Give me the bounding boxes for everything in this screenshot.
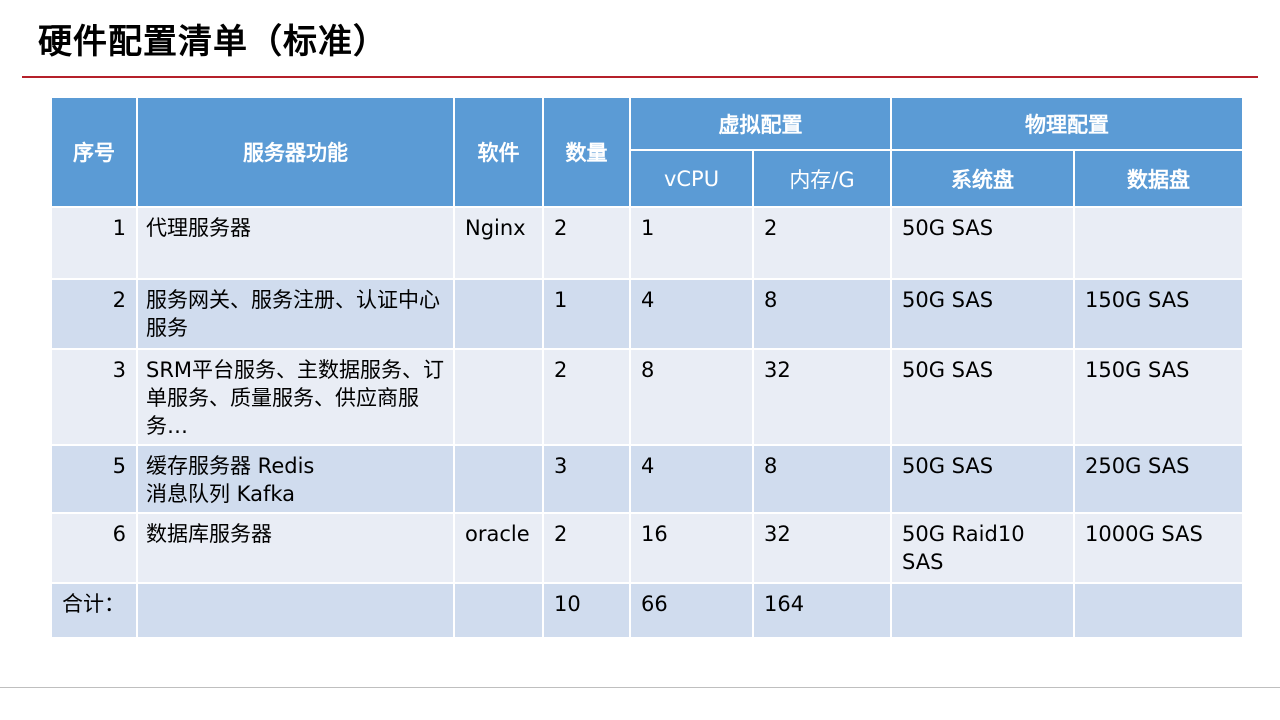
header-seq: 序号 [50, 96, 138, 208]
cell-software [453, 278, 544, 350]
cell-mem: 32 [752, 512, 892, 584]
cell-function: 数据库服务器 [136, 512, 455, 584]
cell-mem: 32 [752, 348, 892, 446]
cell-software: Nginx [453, 206, 544, 280]
cell-software [453, 444, 544, 514]
title-divider [22, 76, 1258, 78]
cell-total-qty: 10 [542, 582, 631, 639]
cell-vcpu: 4 [629, 444, 754, 514]
cell-datadisk: 250G SAS [1073, 444, 1244, 514]
cell-function: SRM平台服务、主数据服务、订单服务、质量服务、供应商服务… [136, 348, 455, 446]
header-physical: 物理配置 [890, 96, 1244, 151]
cell-vcpu: 16 [629, 512, 754, 584]
cell-mem: 8 [752, 444, 892, 514]
cell-datadisk [1073, 206, 1244, 280]
cell-qty: 1 [542, 278, 631, 350]
cell-seq: 3 [50, 348, 138, 446]
cell-vcpu: 1 [629, 206, 754, 280]
cell-empty [136, 582, 455, 639]
header-mem: 内存/G [752, 149, 892, 208]
cell-sysdisk: 50G SAS [890, 206, 1075, 280]
table-row: 5 缓存服务器 Redis 消息队列 Kafka 3 4 8 50G SAS 25… [50, 444, 1244, 514]
cell-empty [1073, 582, 1244, 639]
header-datadisk: 数据盘 [1073, 149, 1244, 208]
cell-datadisk: 150G SAS [1073, 348, 1244, 446]
cell-total-mem: 164 [752, 582, 892, 639]
cell-qty: 2 [542, 348, 631, 446]
slide: 硬件配置清单（标准） 序号 服务器功能 软件 数量 虚拟配置 物理配置 vCPU [0, 0, 1280, 720]
table-total-row: 合计： 10 66 164 [50, 582, 1244, 639]
cell-sysdisk: 50G SAS [890, 444, 1075, 514]
cell-software [453, 348, 544, 446]
cell-empty [890, 582, 1075, 639]
page-title: 硬件配置清单（标准） [38, 22, 388, 62]
function-line: 消息队列 Kafka [146, 482, 295, 506]
header-qty: 数量 [542, 96, 631, 208]
header-sysdisk: 系统盘 [890, 149, 1075, 208]
cell-software: oracle [453, 512, 544, 584]
cell-seq: 5 [50, 444, 138, 514]
table-row: 3 SRM平台服务、主数据服务、订单服务、质量服务、供应商服务… 2 8 32 … [50, 348, 1244, 446]
cell-qty: 3 [542, 444, 631, 514]
header-function: 服务器功能 [136, 96, 455, 208]
cell-qty: 2 [542, 206, 631, 280]
cell-sysdisk: 50G Raid10 SAS [890, 512, 1075, 584]
cell-seq: 6 [50, 512, 138, 584]
table-row: 1 代理服务器 Nginx 2 1 2 50G SAS [50, 206, 1244, 280]
cell-sysdisk: 50G SAS [890, 278, 1075, 350]
header-virtual: 虚拟配置 [629, 96, 892, 151]
hardware-config-table: 序号 服务器功能 软件 数量 虚拟配置 物理配置 vCPU 内存/G 系统盘 数… [50, 96, 1244, 639]
table-row: 6 数据库服务器 oracle 2 16 32 50G Raid10 SAS 1… [50, 512, 1244, 584]
cell-datadisk: 1000G SAS [1073, 512, 1244, 584]
cell-function: 缓存服务器 Redis 消息队列 Kafka [136, 444, 455, 514]
cell-function: 代理服务器 [136, 206, 455, 280]
cell-mem: 2 [752, 206, 892, 280]
header-vcpu: vCPU [629, 149, 754, 208]
cell-mem: 8 [752, 278, 892, 350]
cell-qty: 2 [542, 512, 631, 584]
footer-divider [0, 687, 1280, 688]
cell-sysdisk: 50G SAS [890, 348, 1075, 446]
cell-vcpu: 4 [629, 278, 754, 350]
cell-seq: 1 [50, 206, 138, 280]
cell-total-label: 合计： [50, 582, 138, 639]
cell-datadisk: 150G SAS [1073, 278, 1244, 350]
cell-function: 服务网关、服务注册、认证中心服务 [136, 278, 455, 350]
table-row: 2 服务网关、服务注册、认证中心服务 1 4 8 50G SAS 150G SA… [50, 278, 1244, 350]
cell-empty [453, 582, 544, 639]
cell-seq: 2 [50, 278, 138, 350]
cell-total-vcpu: 66 [629, 582, 754, 639]
cell-vcpu: 8 [629, 348, 754, 446]
function-line: 缓存服务器 Redis [146, 454, 315, 478]
header-software: 软件 [453, 96, 544, 208]
